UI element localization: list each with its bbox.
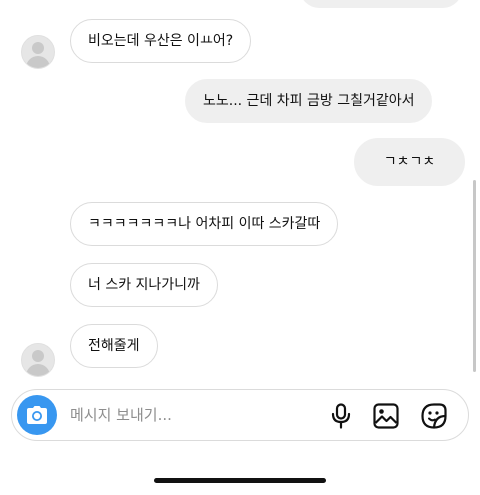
message-text: 비오는데 우산은 이ㅛ어? [88, 33, 234, 49]
message-bubble-incoming[interactable]: 전해줄게 [70, 324, 158, 368]
message-bubble-incoming[interactable]: ㅋㅋㅋㅋㅋㅋㅋ나 어차피 이따 스카갈따 [70, 202, 339, 246]
camera-icon [27, 406, 47, 424]
message-input[interactable]: 메시지 보내기... [70, 405, 172, 425]
message-text: 노노... 근데 차피 금방 그칠거같아서 [203, 93, 415, 109]
microphone-icon [331, 403, 351, 429]
home-indicator [154, 478, 326, 483]
gallery-button[interactable] [372, 402, 400, 430]
message-text: 전해줄게 [88, 338, 140, 354]
scrollbar[interactable] [473, 180, 476, 372]
sticker-icon [421, 403, 447, 429]
message-bubble-outgoing[interactable]: ㄱㅊㄱㅊ [354, 138, 465, 186]
message-bubble-incoming[interactable]: 비오는데 우산은 이ㅛ어? [70, 19, 252, 63]
sticker-button[interactable] [420, 402, 448, 430]
message-text: ㅋㅋㅋㅋㅋㅋㅋ나 어차피 이따 스카갈따 [88, 216, 321, 232]
microphone-button[interactable] [327, 402, 355, 430]
image-icon [373, 403, 399, 429]
avatar[interactable] [21, 35, 55, 69]
message-text: ㄱㅊㄱㅊ [383, 154, 436, 170]
message-text: 너 스카 지나가니까 [88, 277, 200, 293]
message-composer: 메시지 보내기... [11, 389, 469, 441]
avatar[interactable] [21, 343, 55, 377]
message-bubble-incoming[interactable]: 너 스카 지나가니까 [70, 263, 218, 307]
message-bubble-outgoing[interactable]: 노노... 근데 차피 금방 그칠거같아서 [185, 79, 433, 123]
camera-button[interactable] [17, 395, 57, 435]
message-bubble-previous-clipped [300, 0, 462, 8]
